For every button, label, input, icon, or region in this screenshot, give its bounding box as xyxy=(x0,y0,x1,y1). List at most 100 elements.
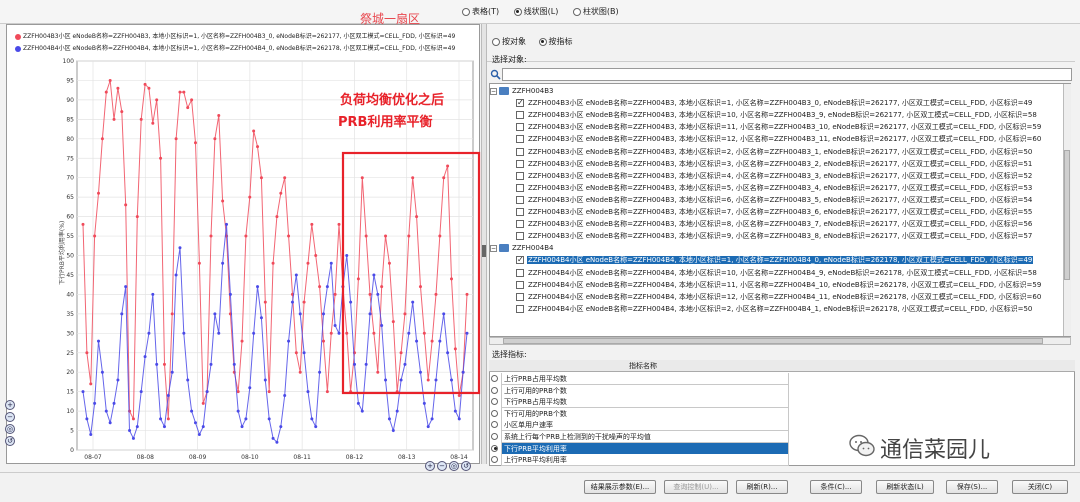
v-zoom-in-icon[interactable]: + xyxy=(5,400,15,410)
tree-leaf-cell[interactable]: ZZFH004B3小区 eNodeB名称=ZZFH004B3, 本地小区标识=6… xyxy=(516,194,1033,206)
metric-radio[interactable] xyxy=(491,386,498,394)
tree-leaf-cell[interactable]: ZZFH004B3小区 eNodeB名称=ZZFH004B3, 本地小区标识=2… xyxy=(516,146,1033,158)
data-point xyxy=(294,273,298,277)
condition-button[interactable]: 条件(C)... xyxy=(810,480,862,494)
tree-leaf-cell[interactable]: ✓ ZZFH004B3小区 eNodeB名称=ZZFH004B3, 本地小区标识=… xyxy=(516,97,1033,109)
expand-toggle-icon[interactable]: − xyxy=(490,244,497,252)
cell-checkbox[interactable] xyxy=(516,135,524,144)
metric-row[interactable]: 上行PRB平均利用率 xyxy=(489,454,789,467)
tree-group[interactable]: − ZZFH004B4 xyxy=(490,242,554,254)
chart-type-bar[interactable]: 柱状图(B) xyxy=(572,7,619,16)
tree-leaf-cell[interactable]: ZZFH004B4小区 eNodeB名称=ZZFH004B4, 本地小区标识=1… xyxy=(516,267,1038,279)
cell-checkbox[interactable] xyxy=(516,208,524,216)
select-metric-title: 选择指标: xyxy=(492,350,527,359)
data-point xyxy=(356,401,360,405)
data-point xyxy=(453,409,457,413)
tree-leaf-cell[interactable]: ZZFH004B3小区 eNodeB名称=ZZFH004B3, 本地小区标识=5… xyxy=(516,182,1033,194)
cell-checkbox[interactable] xyxy=(516,232,524,241)
tree-leaf-cell[interactable]: ZZFH004B3小区 eNodeB名称=ZZFH004B3, 本地小区标识=9… xyxy=(516,230,1033,242)
radio-by-object[interactable] xyxy=(492,37,500,46)
tree-leaf-cell[interactable]: ZZFH004B4小区 eNodeB名称=ZZFH004B4, 本地小区标识=2… xyxy=(516,303,1033,315)
zoom-fit-icon[interactable]: ◎ xyxy=(449,461,459,471)
search-input[interactable] xyxy=(502,68,1072,81)
tree-leaf-cell[interactable]: ZZFH004B3小区 eNodeB名称=ZZFH004B3, 本地小区标识=1… xyxy=(516,133,1042,145)
tree-leaf-cell[interactable]: ZZFH004B3小区 eNodeB名称=ZZFH004B3, 本地小区标识=1… xyxy=(516,109,1038,121)
tree-leaf-cell[interactable]: ZZFH004B3小区 eNodeB名称=ZZFH004B3, 本地小区标识=4… xyxy=(516,170,1033,182)
tree-leaf-cell[interactable]: ZZFH004B3小区 eNodeB名称=ZZFH004B3, 本地小区标识=8… xyxy=(516,218,1033,230)
refresh-button[interactable]: 刷新(R)... xyxy=(736,480,788,494)
cell-checkbox[interactable] xyxy=(516,123,524,132)
metric-row[interactable]: 下行PRB平均利用率 xyxy=(489,442,789,455)
cell-checkbox[interactable] xyxy=(516,171,524,180)
v-zoom-out-icon[interactable]: − xyxy=(5,412,15,422)
splitter-handle[interactable] xyxy=(482,245,486,257)
cell-checkbox[interactable] xyxy=(516,111,524,120)
refresh-status-button[interactable]: 刷新状态(L) xyxy=(876,480,934,494)
tree-leaf-cell[interactable]: ZZFH004B3小区 eNodeB名称=ZZFH004B3, 本地小区标识=1… xyxy=(516,121,1042,133)
zoom-out-icon[interactable]: − xyxy=(437,461,447,471)
metric-radio[interactable] xyxy=(491,375,498,382)
cell-checkbox[interactable] xyxy=(516,292,524,301)
metric-radio[interactable] xyxy=(491,456,498,464)
radio-line[interactable] xyxy=(513,7,522,16)
cell-checkbox[interactable]: ✓ xyxy=(516,256,524,265)
v-zoom-reset-icon[interactable]: ↺ xyxy=(5,436,15,446)
tree-vertical-scroll-thumb[interactable] xyxy=(1064,150,1070,280)
tree-leaf-cell[interactable]: ZZFH004B3小区 eNodeB名称=ZZFH004B3, 本地小区标识=7… xyxy=(516,206,1033,218)
data-point xyxy=(182,90,186,94)
tree-leaf-cell[interactable]: ZZFH004B4小区 eNodeB名称=ZZFH004B4, 本地小区标识=1… xyxy=(516,291,1042,303)
radio-table[interactable] xyxy=(462,7,470,16)
zoom-in-icon[interactable]: + xyxy=(425,461,435,471)
metric-row[interactable]: 下行可用的PRB个数 xyxy=(489,407,789,420)
metric-row[interactable]: 下行PRB占用平均数 xyxy=(489,396,789,409)
expand-toggle-icon[interactable]: − xyxy=(490,87,497,95)
cell-checkbox[interactable] xyxy=(516,280,524,289)
data-point xyxy=(155,98,159,102)
mode-by-metric[interactable]: 按指标 xyxy=(538,37,573,46)
query-control-button[interactable]: 查询控制(U)... xyxy=(664,480,728,494)
result-params-button[interactable]: 结果展示参数(E)... xyxy=(584,480,656,494)
radio-by-metric[interactable] xyxy=(538,37,547,46)
metric-radio[interactable] xyxy=(491,433,498,440)
data-point xyxy=(275,215,279,219)
cell-checkbox[interactable] xyxy=(516,183,524,192)
panel-splitter[interactable] xyxy=(481,24,487,464)
metric-row[interactable]: 上行可用的PRB个数 xyxy=(489,384,789,397)
tree-leaf-cell[interactable]: ZZFH004B3小区 eNodeB名称=ZZFH004B3, 本地小区标识=3… xyxy=(516,158,1033,170)
v-zoom-fit-icon[interactable]: ◎ xyxy=(5,424,15,434)
cell-checkbox[interactable]: ✓ xyxy=(516,99,524,108)
cell-checkbox[interactable] xyxy=(516,304,524,313)
save-button[interactable]: 保存(S)... xyxy=(946,480,998,494)
cell-checkbox[interactable] xyxy=(516,268,524,277)
close-button[interactable]: 关闭(C) xyxy=(1012,480,1068,494)
chart-type-line[interactable]: 线状图(L) xyxy=(513,7,558,16)
y-tick-label: 50 xyxy=(66,253,74,260)
data-point xyxy=(225,222,229,226)
metric-row[interactable]: 上行PRB占用平均数 xyxy=(489,373,789,385)
search-icon[interactable] xyxy=(490,69,501,80)
y-tick-label: 65 xyxy=(66,194,74,201)
tree-leaf-cell[interactable]: ZZFH004B4小区 eNodeB名称=ZZFH004B4, 本地小区标识=1… xyxy=(516,279,1042,291)
data-point xyxy=(112,401,116,405)
data-point xyxy=(434,378,438,382)
cell-checkbox[interactable] xyxy=(516,195,524,204)
data-point xyxy=(201,401,205,405)
tree-horizontal-scroll-thumb[interactable] xyxy=(503,338,1043,344)
metric-radio[interactable] xyxy=(491,409,498,417)
metric-radio[interactable] xyxy=(491,444,498,452)
tree-leaf-cell[interactable]: ✓ ZZFH004B4小区 eNodeB名称=ZZFH004B4, 本地小区标识=… xyxy=(516,254,1034,266)
cell-checkbox[interactable] xyxy=(516,159,524,168)
y-tick-label: 40 xyxy=(66,291,74,298)
metric-row[interactable]: 系统上行每个PRB上检测到的干扰噪声的平均值 xyxy=(489,431,789,443)
mode-by-object[interactable]: 按对象 xyxy=(492,37,526,46)
radio-bar[interactable] xyxy=(572,7,581,16)
cell-checkbox[interactable] xyxy=(516,147,524,156)
metric-radio[interactable] xyxy=(491,398,498,406)
tree-group[interactable]: − ZZFH004B3 xyxy=(490,85,554,97)
metric-radio[interactable] xyxy=(491,421,498,429)
zoom-reset-icon[interactable]: ↺ xyxy=(461,461,471,471)
chart-type-table[interactable]: 表格(T) xyxy=(462,7,499,16)
cell-checkbox[interactable] xyxy=(516,220,524,229)
metric-row[interactable]: 小区单用户速率 xyxy=(489,419,789,432)
data-point xyxy=(465,331,469,335)
